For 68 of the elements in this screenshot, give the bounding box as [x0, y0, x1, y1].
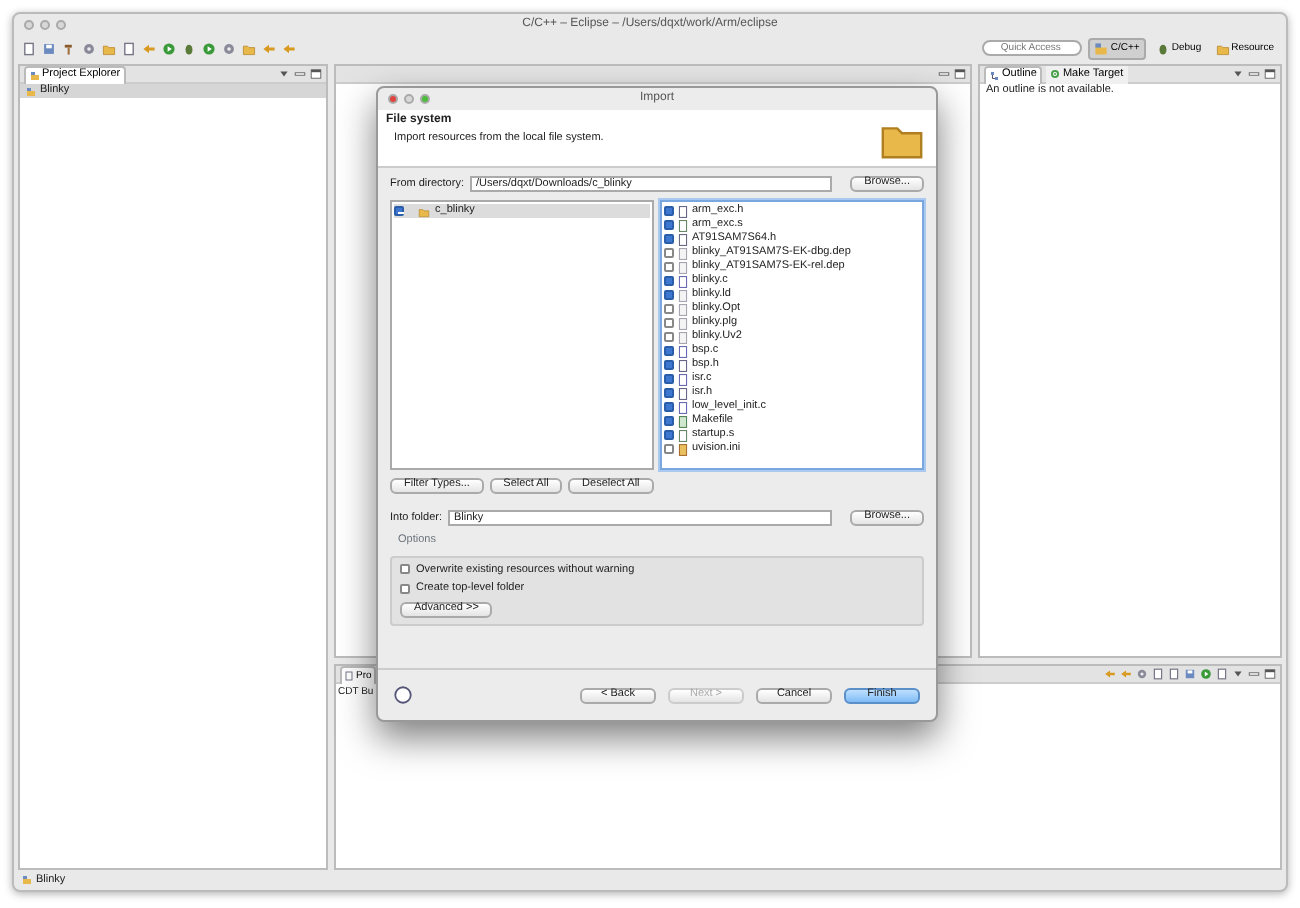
source-file-icon: [678, 401, 688, 413]
gear-icon[interactable]: [82, 41, 96, 55]
arrow-icon[interactable]: [142, 41, 156, 55]
checkbox[interactable]: [664, 346, 674, 356]
maximize-icon[interactable]: [954, 68, 966, 80]
run-icon[interactable]: [202, 41, 216, 55]
checkbox[interactable]: [664, 318, 674, 328]
checkbox[interactable]: [664, 206, 674, 216]
file-icon: [678, 429, 688, 441]
outline-icon: [990, 69, 1000, 81]
checkbox[interactable]: [664, 388, 674, 398]
header-file-icon: [678, 387, 688, 399]
project-icon: [22, 874, 32, 886]
maximize-icon[interactable]: [310, 68, 322, 80]
page-icon[interactable]: [22, 41, 36, 55]
header-file-icon: [678, 205, 688, 217]
checkbox[interactable]: [664, 430, 674, 440]
hammer-icon[interactable]: [62, 41, 76, 55]
file-icon: [678, 219, 688, 231]
checkbox[interactable]: [664, 332, 674, 342]
save-icon[interactable]: [1184, 668, 1196, 680]
folder-icon[interactable]: [242, 41, 256, 55]
source-file-icon: [678, 345, 688, 357]
checkbox[interactable]: [664, 248, 674, 258]
checkbox[interactable]: [664, 304, 674, 314]
folder-icon[interactable]: [102, 41, 116, 55]
menu-icon[interactable]: [278, 68, 290, 80]
source-file-icon: [678, 373, 688, 385]
menu-icon[interactable]: [1232, 668, 1244, 680]
checkbox[interactable]: [664, 276, 674, 286]
minimize-icon[interactable]: [1248, 668, 1260, 680]
maximize-icon[interactable]: [1264, 668, 1276, 680]
checkbox[interactable]: [400, 583, 410, 594]
run-icon[interactable]: [1200, 668, 1212, 680]
settings-file-icon: [678, 443, 688, 455]
header-file-icon: [678, 233, 688, 245]
gear-icon[interactable]: [1136, 668, 1148, 680]
checkbox[interactable]: [664, 402, 674, 412]
checkbox[interactable]: [400, 564, 410, 575]
project-icon: [1094, 41, 1109, 55]
header-file-icon: [678, 359, 688, 371]
checkbox[interactable]: [664, 360, 674, 370]
gear-icon[interactable]: [222, 41, 236, 55]
checkbox[interactable]: [664, 220, 674, 230]
project-icon: [30, 69, 40, 81]
target-icon: [1050, 68, 1061, 80]
checkbox[interactable]: [664, 290, 674, 300]
page-icon: [344, 669, 354, 681]
project-icon: [26, 85, 36, 97]
checkbox[interactable]: [664, 374, 674, 384]
checkbox[interactable]: [394, 206, 404, 216]
page-icon[interactable]: [1216, 668, 1228, 680]
folder-icon: [415, 205, 432, 217]
run-icon[interactable]: [162, 41, 176, 55]
source-file-icon: [678, 275, 688, 287]
folder-icon: [1215, 41, 1230, 55]
menu-icon[interactable]: [1232, 68, 1244, 80]
page-icon[interactable]: [122, 41, 136, 55]
checkbox[interactable]: [664, 444, 674, 454]
minimize-icon[interactable]: [1248, 68, 1260, 80]
checkbox[interactable]: [664, 416, 674, 426]
makefile-icon: [678, 415, 688, 427]
save-icon[interactable]: [42, 41, 56, 55]
checkbox[interactable]: [664, 262, 674, 272]
minimize-icon[interactable]: [294, 68, 306, 80]
checkbox[interactable]: [664, 234, 674, 244]
maximize-icon[interactable]: [1264, 68, 1276, 80]
minimize-icon[interactable]: [938, 68, 950, 80]
